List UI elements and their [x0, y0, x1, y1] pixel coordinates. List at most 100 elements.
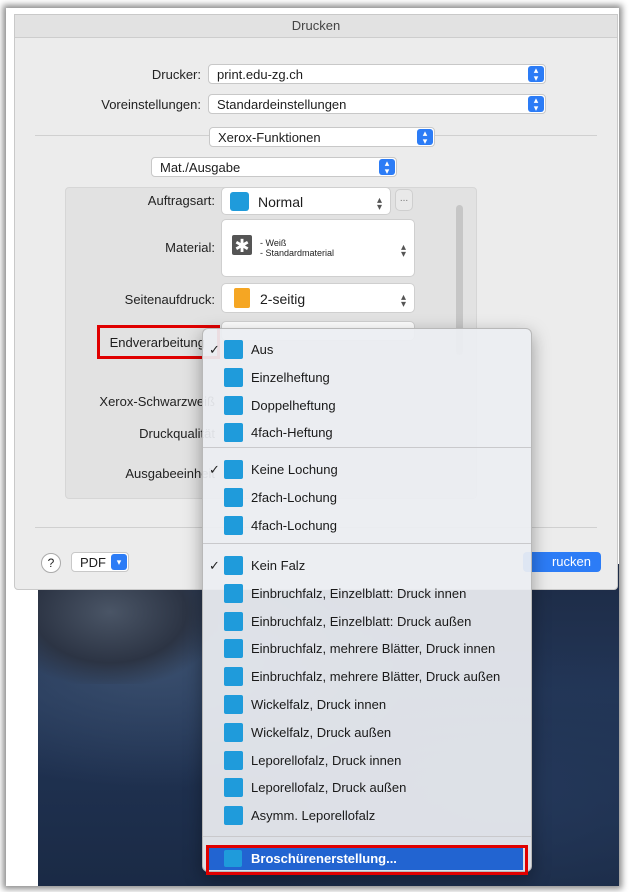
presets-stepper-icon: ▴ ▾: [528, 96, 544, 113]
menu-item-folding[interactable]: Leporellofalz, Druck außen: [203, 775, 531, 801]
print-quality-label: Druckqualität: [139, 426, 215, 441]
presets-value: Standardeinstellungen: [217, 97, 347, 112]
menu-item-folding[interactable]: Wickelfalz, Druck innen: [203, 692, 531, 718]
job-type-updown-icon: ▴ ▾: [376, 195, 382, 213]
duplex-value: 2-seitig: [260, 291, 306, 307]
fold-icon: [224, 639, 243, 659]
duplex-label: Seitenaufdruck:: [124, 292, 215, 307]
section-value: Xerox-Funktionen: [218, 130, 321, 145]
no-staple-icon: [224, 340, 243, 359]
fold-icon: [224, 695, 243, 714]
pdf-menu-button[interactable]: PDF ▾: [71, 552, 129, 572]
job-type-select[interactable]: Normal ▴ ▾: [221, 187, 391, 215]
fold-icon: [224, 722, 243, 742]
subsection-stepper-icon: ▴ ▾: [379, 159, 395, 176]
subsection-value: Mat./Ausgabe: [160, 160, 241, 175]
single-staple-icon: [224, 367, 243, 387]
menu-item-folding[interactable]: Einbruchfalz, mehrere Blätter, Druck inn…: [203, 636, 531, 662]
menu-item-label: Keine Lochung: [251, 462, 338, 477]
menu-item-stapling[interactable]: Doppelheftung: [203, 393, 531, 419]
checkmark-icon: ✓: [209, 462, 220, 477]
menu-separator: [203, 447, 531, 448]
quad-staple-icon: [224, 423, 243, 443]
printer-icon: [230, 192, 249, 211]
dialog-title: Drucken: [15, 15, 617, 38]
menu-item-label: Kein Falz: [251, 558, 306, 573]
no-punch-icon: [224, 460, 243, 479]
menu-item-label: Asymm. Leporellofalz: [251, 808, 376, 824]
fold-icon: [224, 583, 243, 603]
material-label: Material:: [165, 240, 215, 255]
pdf-label: PDF: [80, 555, 106, 570]
no-fold-icon: [224, 556, 243, 575]
help-button[interactable]: ?: [41, 553, 61, 573]
section-stepper-icon: ▴ ▾: [417, 129, 433, 146]
finishing-dropdown-menu: ✓ Aus Einzelheftung Doppelheftung 4fach-Heft…: [202, 328, 532, 875]
menu-item-stapling[interactable]: 4fach-Heftung: [203, 420, 531, 446]
menu-item-label: Einbruchfalz, Einzelblatt: Druck außen: [251, 613, 472, 629]
menu-item-label: 4fach-Heftung: [251, 425, 333, 441]
menu-item-label: Einbruchfalz, Einzelblatt: Druck innen: [251, 585, 467, 601]
menu-item-label: Einzelheftung: [251, 369, 330, 385]
menu-separator: [203, 543, 531, 544]
duplex-updown-icon: ▴ ▾: [400, 292, 406, 310]
menu-item-label: Einbruchfalz, mehrere Blätter, Druck auß…: [251, 669, 501, 685]
printer-stepper-icon: ▴ ▾: [528, 66, 544, 83]
material-line1: - Weiß: [260, 238, 287, 248]
double-staple-icon: [224, 395, 243, 415]
presets-select[interactable]: Standardeinstellungen ▴ ▾: [208, 94, 546, 114]
menu-item-folding[interactable]: Asymm. Leporellofalz: [203, 803, 531, 829]
menu-item-folding[interactable]: Einbruchfalz, mehrere Blätter, Druck auß…: [203, 664, 531, 690]
subsection-select[interactable]: Mat./Ausgabe ▴ ▾: [151, 157, 397, 177]
fold-icon: [224, 806, 243, 826]
menu-item-label: 2fach-Lochung: [251, 489, 338, 505]
menu-item-stapling[interactable]: ✓ Aus: [203, 337, 531, 363]
printer-select[interactable]: print.edu-zg.ch ▴ ▾: [208, 64, 546, 84]
printer-value: print.edu-zg.ch: [217, 67, 303, 82]
menu-item-label: Aus: [251, 342, 274, 357]
checkmark-icon: ✓: [209, 342, 220, 357]
menu-separator: [203, 836, 531, 837]
two-hole-punch-icon: [224, 487, 243, 507]
duplex-page-icon: [234, 288, 250, 308]
menu-item-punching[interactable]: 2fach-Lochung: [203, 485, 531, 511]
job-type-value: Normal: [258, 194, 304, 210]
menu-item-folding[interactable]: Leporellofalz, Druck innen: [203, 748, 531, 774]
material-line2: - Standardmaterial: [260, 248, 335, 258]
checkmark-icon: ✓: [209, 558, 220, 573]
section-select[interactable]: Xerox-Funktionen ▴ ▾: [209, 127, 435, 147]
presets-label: Voreinstellungen:: [101, 97, 201, 112]
menu-item-folding[interactable]: Wickelfalz, Druck außen: [203, 720, 531, 746]
menu-item-label: 4fach-Lochung: [251, 517, 338, 533]
booklet-highlight: [206, 845, 528, 875]
fold-icon: [224, 778, 243, 798]
menu-item-stapling[interactable]: Einzelheftung: [203, 365, 531, 391]
printer-label: Drucker:: [151, 67, 201, 82]
menu-item-label: Einbruchfalz, mehrere Blätter, Druck inn…: [251, 641, 496, 657]
menu-item-folding[interactable]: ✓ Kein Falz: [203, 553, 531, 579]
finishing-label: Endverarbeitung: [109, 335, 205, 350]
menu-item-label: Doppelheftung: [251, 397, 336, 413]
menu-item-punching[interactable]: 4fach-Lochung: [203, 513, 531, 539]
xerox-bw-label: Xerox-Schwarzweiß: [99, 394, 215, 409]
menu-item-punching[interactable]: ✓ Keine Lochung: [203, 457, 531, 483]
menu-item-folding[interactable]: Einbruchfalz, Einzelblatt: Druck innen: [203, 581, 531, 607]
material-updown-icon: ▴ ▾: [400, 242, 406, 260]
screenshot-frame: Drucken Drucker: print.edu-zg.ch ▴ ▾ Vore…: [6, 8, 619, 886]
menu-item-label: Leporellofalz, Druck außen: [251, 780, 407, 796]
menu-item-label: Wickelfalz, Druck innen: [251, 697, 387, 712]
print-button[interactable]: rucken: [523, 552, 601, 572]
four-hole-punch-icon: [224, 515, 243, 535]
menu-item-label: Leporellofalz, Druck innen: [251, 752, 402, 768]
output-unit-label: Ausgabeeinheit: [125, 466, 215, 481]
fold-icon: [224, 667, 243, 687]
material-asterisk-icon: ✱: [232, 235, 252, 256]
menu-item-folding[interactable]: Einbruchfalz, Einzelblatt: Druck außen: [203, 609, 531, 635]
job-type-more-button[interactable]: ...: [395, 189, 413, 211]
material-select[interactable]: ✱ - Weiß - Standardmaterial ▴ ▾: [221, 219, 415, 277]
fold-icon: [224, 611, 243, 631]
chevron-down-icon: ▾: [111, 554, 127, 570]
duplex-select[interactable]: 2-seitig ▴ ▾: [221, 283, 415, 313]
fold-icon: [224, 750, 243, 770]
job-type-label: Auftragsart:: [147, 193, 215, 208]
